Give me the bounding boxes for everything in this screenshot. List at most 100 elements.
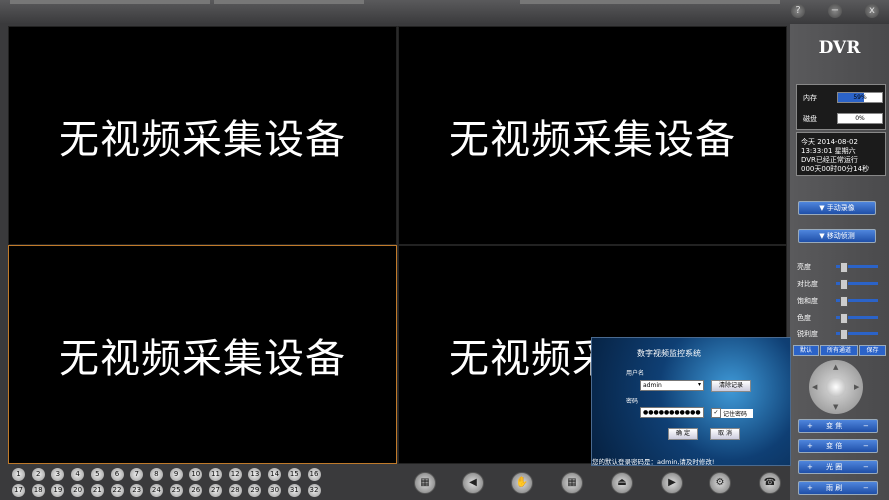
channel-button[interactable]: 7 bbox=[130, 468, 144, 481]
hue-slider[interactable] bbox=[836, 313, 878, 324]
username-label: 用户名 bbox=[626, 370, 645, 377]
chevron-down-icon[interactable]: ▾ bbox=[698, 381, 701, 388]
saturation-label: 饱和度 bbox=[797, 297, 818, 305]
ptz-direction-pad[interactable]: ▲ ▼ ◀ ▶ bbox=[809, 360, 863, 414]
clear-records-button[interactable]: 清除记录 bbox=[711, 380, 751, 392]
remember-checkbox[interactable]: ✓ bbox=[711, 408, 721, 418]
arrow-up-icon[interactable]: ▲ bbox=[833, 363, 838, 371]
motion-detect-button[interactable]: ▼ 移动侦测 bbox=[798, 229, 876, 243]
arrow-down-icon[interactable]: ▼ bbox=[833, 403, 838, 411]
channel-button[interactable]: 29 bbox=[248, 484, 262, 497]
manual-record-button[interactable]: ▼ 手动录像 bbox=[798, 201, 876, 215]
wiper-minus-button[interactable]: − bbox=[863, 482, 869, 494]
channel-button[interactable]: 14 bbox=[268, 468, 282, 481]
channel-button[interactable]: 16 bbox=[307, 468, 321, 481]
title-bar-slot bbox=[520, 0, 780, 4]
cancel-button[interactable]: 取 消 bbox=[710, 428, 740, 440]
speaker-icon[interactable]: ◀ bbox=[462, 472, 484, 494]
saturation-slider[interactable] bbox=[836, 296, 878, 307]
channel-button[interactable]: 23 bbox=[130, 484, 144, 497]
minimize-button[interactable]: − bbox=[828, 4, 842, 18]
channel-button[interactable]: 5 bbox=[90, 468, 104, 481]
contrast-slider[interactable] bbox=[836, 279, 878, 290]
channel-button[interactable]: 9 bbox=[169, 468, 183, 481]
slider-knob[interactable] bbox=[839, 279, 848, 290]
confirm-button[interactable]: 确 定 bbox=[668, 428, 698, 440]
arrow-left-icon[interactable]: ◀ bbox=[812, 383, 817, 391]
eject-icon[interactable]: ⏏ bbox=[611, 472, 633, 494]
resource-box: 内存 59% 磁盘 0% bbox=[796, 84, 886, 130]
no-video-label: 无视频采集设备 bbox=[59, 116, 346, 163]
channel-button[interactable]: 4 bbox=[71, 468, 85, 481]
grid-layout-icon[interactable]: ▦ bbox=[414, 472, 436, 494]
iris-plus-button[interactable]: + bbox=[807, 461, 813, 473]
channel-button[interactable]: 25 bbox=[169, 484, 183, 497]
channel-button[interactable]: 27 bbox=[209, 484, 222, 497]
login-title: 数字视频监控系统 bbox=[637, 349, 701, 358]
hue-label: 色度 bbox=[797, 314, 811, 322]
channel-button[interactable]: 2 bbox=[31, 468, 45, 481]
channel-button[interactable]: 10 bbox=[189, 468, 203, 481]
channel-button[interactable]: 24 bbox=[149, 484, 163, 497]
channel-button[interactable]: 20 bbox=[71, 484, 85, 497]
magnify-minus-button[interactable]: − bbox=[863, 440, 869, 452]
zoom-plus-button[interactable]: + bbox=[807, 420, 813, 432]
slider-knob[interactable] bbox=[839, 296, 848, 307]
username-select[interactable] bbox=[640, 380, 704, 391]
slider-knob[interactable] bbox=[839, 262, 848, 273]
channel-button[interactable]: 21 bbox=[90, 484, 104, 497]
slider-knob[interactable] bbox=[839, 329, 848, 340]
channel-button[interactable]: 26 bbox=[189, 484, 203, 497]
wiper-control: + 雨 刷 − bbox=[798, 481, 878, 495]
hand-icon[interactable]: ✋ bbox=[511, 472, 533, 494]
ptz-center-button[interactable] bbox=[826, 377, 846, 397]
password-field[interactable] bbox=[640, 407, 704, 418]
video-cell[interactable]: 无视频采集设备 bbox=[398, 26, 787, 245]
zoom-minus-button[interactable]: − bbox=[863, 420, 869, 432]
magnify-plus-button[interactable]: + bbox=[807, 440, 813, 452]
channel-button[interactable]: 22 bbox=[110, 484, 124, 497]
channel-button[interactable]: 6 bbox=[110, 468, 124, 481]
phone-icon[interactable]: ☎ bbox=[759, 472, 781, 494]
sharpness-slider[interactable] bbox=[836, 329, 878, 340]
channel-button[interactable]: 8 bbox=[149, 468, 163, 481]
playback-icon[interactable]: ▶ bbox=[661, 472, 683, 494]
channel-button[interactable]: 17 bbox=[12, 484, 25, 497]
magnify-control: + 变 倍 − bbox=[798, 439, 878, 453]
brightness-slider[interactable] bbox=[836, 262, 878, 273]
channel-button[interactable]: 15 bbox=[287, 468, 301, 481]
zoom-label: 变 焦 bbox=[826, 422, 843, 430]
arrow-right-icon[interactable]: ▶ bbox=[854, 383, 859, 391]
channel-button[interactable]: 18 bbox=[31, 484, 45, 497]
video-cell[interactable]: 无视频采集设备 bbox=[8, 26, 397, 245]
channel-button[interactable]: 11 bbox=[209, 468, 222, 481]
channel-button[interactable]: 13 bbox=[248, 468, 262, 481]
iris-minus-button[interactable]: − bbox=[863, 461, 869, 473]
video-cell-selected[interactable]: 无视频采集设备 bbox=[8, 245, 397, 464]
title-bar-slot bbox=[10, 0, 210, 4]
channel-button[interactable]: 28 bbox=[228, 484, 242, 497]
help-button[interactable]: ? bbox=[791, 4, 805, 18]
all-channels-button[interactable]: 所有通道 bbox=[820, 345, 858, 356]
settings-icon[interactable]: ⚙ bbox=[709, 472, 731, 494]
channel-button[interactable]: 19 bbox=[51, 484, 65, 497]
zoom-control: + 变 焦 − bbox=[798, 419, 878, 433]
channel-button[interactable]: 30 bbox=[268, 484, 282, 497]
wiper-label: 雨 刷 bbox=[826, 484, 843, 492]
channel-button[interactable]: 32 bbox=[307, 484, 321, 497]
memory-bar: 59% bbox=[837, 92, 883, 103]
password-label: 密码 bbox=[626, 398, 639, 405]
channel-button[interactable]: 12 bbox=[228, 468, 242, 481]
disk-value: 0% bbox=[855, 115, 865, 122]
default-button[interactable]: 默认 bbox=[793, 345, 819, 356]
no-video-label: 无视频采集设备 bbox=[449, 116, 736, 163]
channel-button[interactable]: 1 bbox=[12, 468, 25, 481]
slider-knob[interactable] bbox=[839, 313, 848, 324]
wiper-plus-button[interactable]: + bbox=[807, 482, 813, 494]
channel-button[interactable]: 3 bbox=[51, 468, 65, 481]
close-button[interactable]: x bbox=[865, 4, 879, 18]
channel-button[interactable]: 31 bbox=[287, 484, 301, 497]
iris-label: 光 圈 bbox=[826, 463, 843, 471]
save-button[interactable]: 保存 bbox=[859, 345, 886, 356]
multi-grid-icon[interactable]: ▦ bbox=[561, 472, 583, 494]
